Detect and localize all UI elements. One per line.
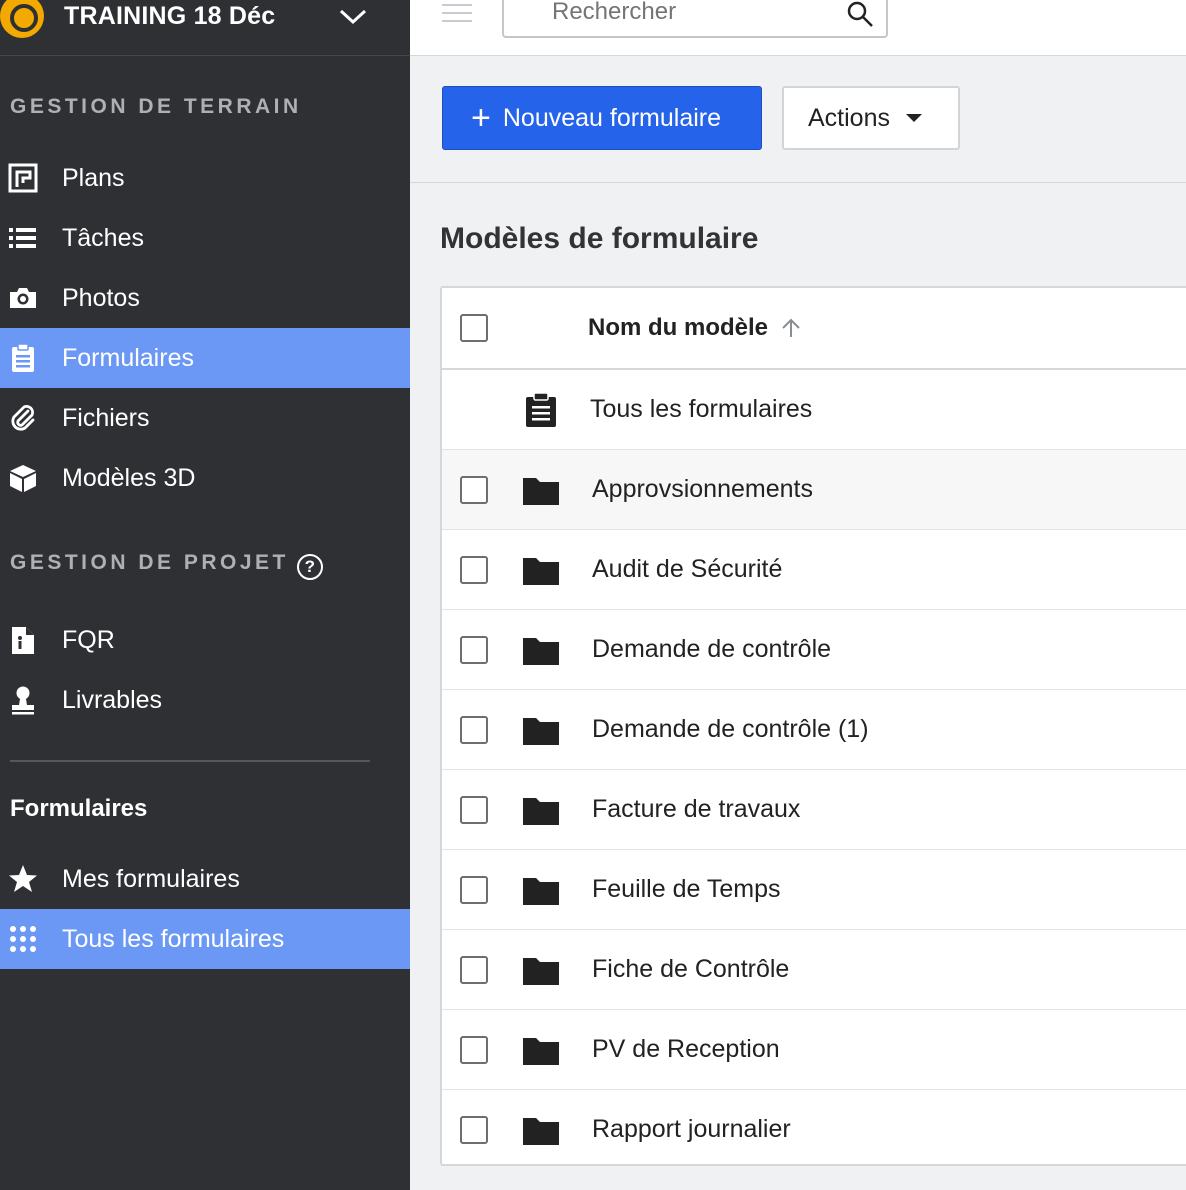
sidebar-item-label: Fichiers <box>62 403 150 432</box>
folder-icon <box>523 957 559 985</box>
folder-icon <box>523 637 559 665</box>
sidebar-item-label: Photos <box>62 283 140 312</box>
help-icon[interactable]: ? <box>296 554 323 580</box>
folder-icon <box>523 797 559 825</box>
section-title-terrain: GESTION DE TERRAIN <box>10 95 302 118</box>
search-icon[interactable] <box>846 0 874 28</box>
column-header-name[interactable]: Nom du modèle <box>588 314 802 342</box>
select-all-checkbox[interactable] <box>460 314 488 342</box>
sidebar: TRAINING 18 Déc GESTION DE TERRAIN Plans… <box>0 0 410 1190</box>
folder-icon <box>523 1117 559 1145</box>
project-name: TRAINING 18 Déc <box>64 2 276 30</box>
search-input[interactable] <box>552 0 832 26</box>
table-row[interactable]: PV de Reception <box>442 1010 1186 1090</box>
table-row[interactable]: Fiche de Contrôle <box>442 930 1186 1010</box>
row-checkbox[interactable] <box>460 475 488 504</box>
folder-icon <box>523 477 559 505</box>
sidebar-divider <box>10 760 370 762</box>
sidebar-item-plans[interactable]: Plans <box>0 148 410 208</box>
toolbar: + Nouveau formulaire Actions <box>410 57 1186 183</box>
section-title-projet: GESTION DE PROJET? <box>10 551 323 580</box>
table-row[interactable]: Feuille de Temps <box>442 850 1186 930</box>
row-checkbox[interactable] <box>460 955 488 984</box>
clipboard-icon <box>526 392 556 427</box>
page-title: Modèles de formulaire <box>440 222 759 255</box>
sidebar-item-photos[interactable]: Photos <box>0 268 410 328</box>
row-checkbox[interactable] <box>460 1115 488 1144</box>
document-info-icon <box>0 610 62 670</box>
cube-icon <box>0 448 62 508</box>
row-label: Facture de travaux <box>592 795 801 823</box>
actions-label: Actions <box>808 103 890 132</box>
folder-icon <box>523 877 559 905</box>
search-box <box>502 0 888 38</box>
sidebar-item-label: FQR <box>62 625 115 654</box>
folder-icon <box>523 1037 559 1065</box>
folder-icon <box>523 557 559 585</box>
new-form-button[interactable]: + Nouveau formulaire <box>442 86 762 150</box>
sidebar-item-mes-formulaires[interactable]: Mes formulaires <box>0 849 410 909</box>
row-checkbox[interactable] <box>460 795 488 824</box>
row-label: Rapport journalier <box>592 1115 791 1143</box>
grid-dots-icon <box>0 909 62 969</box>
folder-icon <box>523 717 559 745</box>
row-label: Tous les formulaires <box>590 395 813 423</box>
top-bar <box>410 0 1186 56</box>
row-label: Fiche de Contrôle <box>592 955 790 983</box>
row-label: Demande de contrôle (1) <box>592 715 869 743</box>
row-label: PV de Reception <box>592 1035 780 1063</box>
table-row-all-forms[interactable]: Tous les formulaires <box>442 370 1186 450</box>
list-icon <box>0 208 62 268</box>
table-row[interactable]: Rapport journalier <box>442 1090 1186 1164</box>
sidebar-item-livrables[interactable]: Livrables <box>0 670 410 730</box>
sidebar-item-label: Mes formulaires <box>62 864 240 893</box>
sidebar-item-label: Formulaires <box>62 343 194 372</box>
table-row[interactable]: Demande de contrôle <box>442 610 1186 690</box>
plus-icon: + <box>471 99 491 137</box>
stamp-icon <box>0 670 62 730</box>
sidebar-item-label: Modèles 3D <box>62 463 196 492</box>
row-checkbox[interactable] <box>460 635 488 664</box>
table-row[interactable]: Facture de travaux <box>442 770 1186 850</box>
menu-icon[interactable] <box>442 0 472 26</box>
sidebar-item-tous-les-formulaires[interactable]: Tous les formulaires <box>0 909 410 969</box>
sidebar-item-taches[interactable]: Tâches <box>0 208 410 268</box>
row-label: Demande de contrôle <box>592 635 832 663</box>
caret-down-icon <box>905 114 922 122</box>
row-label: Approvsionnements <box>592 475 813 503</box>
plans-icon <box>0 148 62 208</box>
forms-subtitle: Formulaires <box>10 795 148 822</box>
new-form-label: Nouveau formulaire <box>502 103 722 132</box>
table-row[interactable]: Audit de Sécurité <box>442 530 1186 610</box>
sort-ascending-icon <box>782 318 800 337</box>
row-checkbox[interactable] <box>460 715 488 744</box>
sidebar-item-label: Tâches <box>62 223 144 252</box>
table-row[interactable]: Approvsionnements <box>442 450 1186 530</box>
sidebar-item-formulaires[interactable]: Formulaires <box>0 328 410 388</box>
row-label: Audit de Sécurité <box>592 555 783 583</box>
row-label: Feuille de Temps <box>592 875 781 903</box>
actions-dropdown[interactable]: Actions <box>782 86 960 150</box>
section-title-text: GESTION DE PROJET <box>10 551 289 574</box>
star-icon <box>0 849 62 909</box>
sidebar-item-label: Livrables <box>62 685 163 714</box>
project-switcher[interactable]: TRAINING 18 Déc <box>0 0 410 56</box>
sidebar-item-fichiers[interactable]: Fichiers <box>0 388 410 448</box>
paperclip-icon <box>0 388 62 448</box>
table-row[interactable]: Demande de contrôle (1) <box>442 690 1186 770</box>
templates-table: Nom du modèle Tous les formulaires Appro… <box>440 286 1186 1166</box>
column-header-label: Nom du modèle <box>588 314 769 341</box>
sidebar-item-label: Tous les formulaires <box>62 924 285 953</box>
sidebar-item-fqr[interactable]: FQR <box>0 610 410 670</box>
company-logo <box>0 0 44 38</box>
row-checkbox[interactable] <box>460 1035 488 1064</box>
row-checkbox[interactable] <box>460 555 488 584</box>
camera-icon <box>0 268 62 328</box>
chevron-down-icon[interactable] <box>338 4 368 28</box>
row-checkbox[interactable] <box>460 875 488 904</box>
sidebar-item-modeles-3d[interactable]: Modèles 3D <box>0 448 410 508</box>
table-header: Nom du modèle <box>442 288 1186 370</box>
clipboard-icon <box>0 328 62 388</box>
sidebar-item-label: Plans <box>62 163 125 192</box>
